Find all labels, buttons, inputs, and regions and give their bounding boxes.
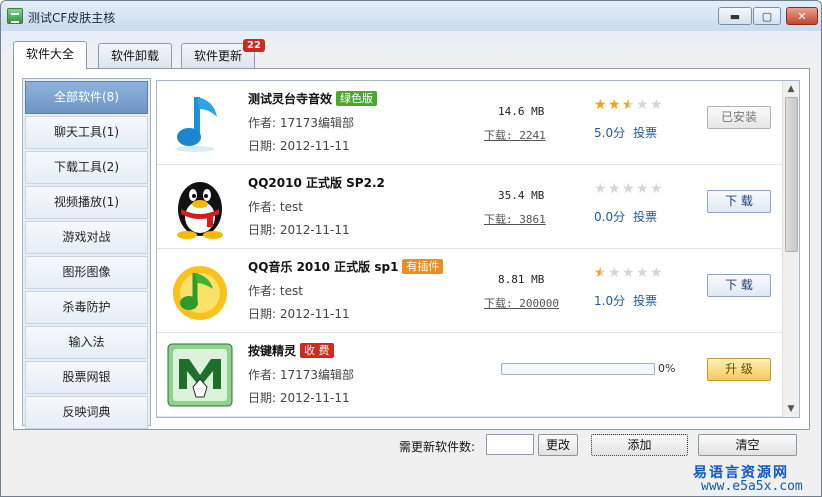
star-icon[interactable]: ★ [636,266,649,280]
sidebar-item-chat[interactable]: 聊天工具(1) [25,116,148,149]
vote-link[interactable]: 投票 [633,210,657,224]
sidebar-item-dictionary[interactable]: 反映词典 [25,396,148,429]
download-count-link[interactable]: 下载: 3861 [484,211,546,227]
change-button[interactable]: 更改 [538,434,578,456]
software-date: 日期: 2012-11-11 [248,223,350,237]
key-wizard-icon [167,343,233,407]
star-half-icon[interactable]: ★ [622,98,635,112]
star-icon[interactable]: ★ [636,182,649,196]
star-icon[interactable]: ★ [636,98,649,112]
download-button[interactable]: 下 载 [707,190,771,213]
download-count-link[interactable]: 下载: 2241 [484,127,546,143]
software-list: 测试灵台寺音效 绿色版 作者: 17173编辑部 日期: 2012-11-11 1… [156,80,800,418]
update-count-label: 需更新软件数: [399,440,476,454]
scroll-up-icon[interactable]: ▲ [783,81,799,97]
tag-green-version: 绿色版 [336,91,378,106]
star-icon[interactable]: ★ [650,266,663,280]
download-progress-bar [501,363,655,375]
title-bar[interactable]: 测试CF皮肤主核 ▬ ▢ ✕ [1,1,821,31]
sidebar-item-antivirus[interactable]: 杀毒防护 [25,291,148,324]
sidebar-item-video[interactable]: 视频播放(1) [25,186,148,219]
scroll-down-icon[interactable]: ▼ [783,401,799,417]
star-icon[interactable]: ★ [608,266,621,280]
list-item[interactable]: QQ音乐 2010 正式版 sp1 有插件 作者: test 日期: 2012-1… [157,249,782,333]
star-icon[interactable]: ★ [594,98,607,112]
sidebar-item-graphics[interactable]: 图形图像 [25,256,148,289]
software-author: 作者: 17173编辑部 [248,368,355,382]
app-icon [7,8,23,24]
software-size: 35.4 MB [498,189,545,202]
tag-plugin: 有插件 [402,259,444,274]
software-size: 14.6 MB [498,105,545,118]
qq-penguin-icon [177,182,223,239]
update-count-badge: 22 [243,39,265,52]
software-author: 作者: test [248,200,303,214]
progress-percent: 0% [658,362,676,375]
vote-link[interactable]: 投票 [633,294,657,308]
star-icon[interactable]: ★ [594,182,607,196]
list-item[interactable]: QQ2010 正式版 SP2.2 作者: test 日期: 2012-11-11… [157,165,782,249]
software-date: 日期: 2012-11-11 [248,139,350,153]
rating-stars[interactable]: ★ ★ ★ ★ ★ [594,98,664,112]
software-name: 测试灵台寺音效 绿色版 [248,90,378,107]
sidebar-item-input-method[interactable]: 输入法 [25,326,148,359]
list-item[interactable]: 按键精灵收 费 作者: 17173编辑部 日期: 2012-11-11 0% 升… [157,333,782,417]
music-note-icon [175,97,217,152]
scroll-thumb[interactable] [785,97,798,252]
tag-paid: 收 费 [300,343,334,358]
download-button[interactable]: 下 载 [707,274,771,297]
software-author: 作者: 17173编辑部 [248,116,355,130]
main-window: 测试CF皮肤主核 ▬ ▢ ✕ 软件大全 软件卸载 软件更新 22 全部软件(8)… [0,0,822,497]
star-icon[interactable]: ★ [608,98,621,112]
software-date: 日期: 2012-11-11 [248,391,350,405]
window-title: 测试CF皮肤主核 [28,11,116,25]
sidebar-item-all[interactable]: 全部软件(8) [25,81,148,114]
star-icon[interactable]: ★ [608,182,621,196]
list-scrollbar[interactable]: ▲ ▼ [782,81,799,417]
score-text: 5.0分 投票 [594,126,658,140]
vote-link[interactable]: 投票 [633,126,657,140]
maximize-icon: ▢ [761,9,773,23]
tab-software-all[interactable]: 软件大全 [13,41,88,69]
maximize-button[interactable]: ▢ [753,7,781,25]
update-count-input[interactable] [486,434,534,455]
upgrade-button[interactable]: 升 级 [707,358,771,381]
download-count-link[interactable]: 下载: 200000 [484,295,559,311]
rating-stars[interactable]: ★ ★ ★ ★ ★ [594,182,664,196]
software-size: 8.81 MB [498,273,545,286]
minimize-icon: ▬ [729,9,741,23]
tab-content-panel: 全部软件(8) 聊天工具(1) 下载工具(2) 视频播放(1) 游戏对战 图形图… [13,68,810,430]
software-name: 按键精灵收 费 [248,342,334,359]
installed-button[interactable]: 已安装 [707,106,771,129]
qq-music-icon [173,266,227,320]
clear-button[interactable]: 清空 [698,434,797,456]
list-item[interactable]: 测试灵台寺音效 绿色版 作者: 17173编辑部 日期: 2012-11-11 1… [157,81,782,165]
watermark-url: www.e5a5x.com [701,479,803,494]
sidebar-item-stocks[interactable]: 股票网银 [25,361,148,394]
sidebar-item-games[interactable]: 游戏对战 [25,221,148,254]
star-icon[interactable]: ★ [650,182,663,196]
software-author: 作者: test [248,284,303,298]
star-icon[interactable]: ★ [650,98,663,112]
software-date: 日期: 2012-11-11 [248,307,350,321]
rating-stars[interactable]: ★ ★ ★ ★ ★ [594,266,664,280]
star-half-icon[interactable]: ★ [594,266,607,280]
close-button[interactable]: ✕ [786,7,818,25]
minimize-button[interactable]: ▬ [718,7,752,25]
star-icon[interactable]: ★ [622,266,635,280]
score-text: 0.0分 投票 [594,210,658,224]
add-button[interactable]: 添加 [591,434,688,456]
score-text: 1.0分 投票 [594,294,658,308]
sidebar-item-download[interactable]: 下载工具(2) [25,151,148,184]
close-icon: ✕ [797,9,807,23]
category-sidebar: 全部软件(8) 聊天工具(1) 下载工具(2) 视频播放(1) 游戏对战 图形图… [22,78,151,429]
tab-software-uninstall[interactable]: 软件卸载 [98,43,173,68]
software-name: QQ音乐 2010 正式版 sp1 有插件 [248,258,444,275]
star-icon[interactable]: ★ [622,182,635,196]
software-name: QQ2010 正式版 SP2.2 [248,176,385,190]
